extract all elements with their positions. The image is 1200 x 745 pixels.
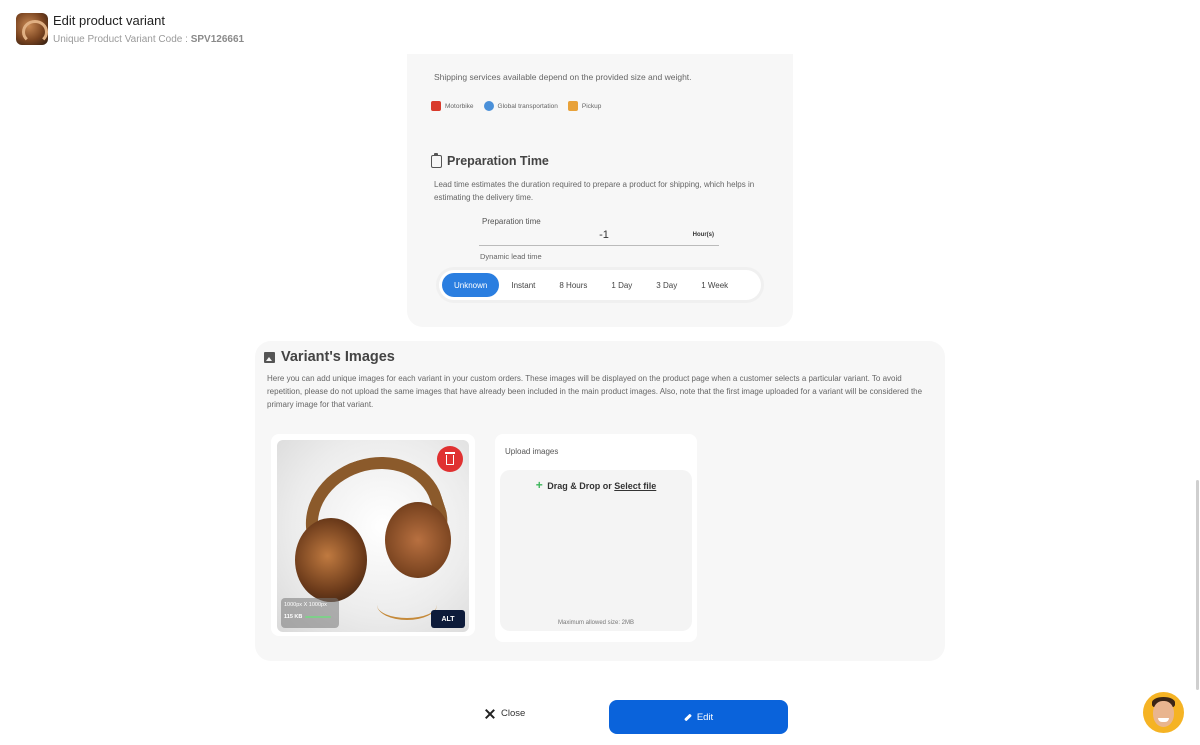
header: Edit product variant Unique Product Vari… [0,0,1200,54]
scrollbar[interactable] [1196,480,1199,690]
close-button[interactable]: Close [485,708,525,719]
upload-label: Upload images [505,447,559,456]
variant-images-title: Variant's Images [281,349,395,365]
image-size: 115 KB [284,614,303,620]
shipping-description: Shipping services available depend on th… [434,72,692,82]
image-icon [264,351,275,363]
shipping-option-global: Global transportation [483,101,558,111]
dynamic-lead-time-label: Dynamic lead time [480,252,542,261]
shipping-preparation-card: Shipping services available depend on th… [407,54,793,327]
support-avatar[interactable] [1143,692,1184,733]
drop-zone-text: + Drag & Drop or Select file [500,478,692,492]
preparation-heading: Preparation Time [431,152,549,168]
trash-icon [444,452,455,465]
edit-label: Edit [696,711,714,723]
pickup-icon [567,101,578,111]
shipping-option-pickup: Pickup [567,101,602,111]
shipping-options: Motorbike Global transportation Pickup [431,101,601,111]
variant-images-description: Here you can add unique images for each … [267,374,923,409]
preparation-field-label: Preparation time [482,217,541,226]
preparation-time-input[interactable]: -1 Hour(s) [479,226,719,246]
shipping-option-motorbike: Motorbike [431,101,474,111]
lead-time-option-instant[interactable]: Instant [499,273,547,297]
edit-variant-page: Edit product variant Unique Product Vari… [0,0,1200,745]
variant-image-tile: 1000px X 1000px 115 KB ALT [271,434,475,636]
headphones-image[interactable]: 1000px X 1000px 115 KB ALT [277,440,469,632]
headphones-cup-left [295,518,367,602]
headphones-cup-right [385,502,451,578]
shipping-option-label: Pickup [581,102,602,110]
upload-panel: Upload images + Drag & Drop or Select fi… [495,434,697,642]
globe-icon [483,101,494,111]
max-size-note: Maximum allowed size: 2MB [557,620,635,626]
preparation-time-value[interactable]: -1 [579,229,629,241]
lead-time-option-8-hours[interactable]: 8 Hours [547,273,599,297]
variant-images-card: Variant's Images Here you can add unique… [255,341,945,661]
close-label: Close [501,708,526,719]
image-size-bar [305,616,332,618]
image-meta: 1000px X 1000px 115 KB [281,598,339,628]
variant-code-label: Unique Product Variant Code : [53,34,188,45]
lead-time-option-1-week[interactable]: 1 Week [689,273,740,297]
lead-time-option-3-day[interactable]: 3 Day [644,273,689,297]
preparation-time-unit: Hour(s) [692,232,714,238]
image-dimensions: 1000px X 1000px [284,602,327,608]
avatar-face [1153,701,1174,727]
lead-time-option-1-day[interactable]: 1 Day [599,273,644,297]
lead-time-selector: Unknown Instant 8 Hours 1 Day 3 Day 1 We… [439,270,761,300]
drop-zone[interactable]: + Drag & Drop or Select file Maximum all… [500,470,692,631]
headphones-wire [377,590,437,620]
page-title: Edit product variant [53,13,166,28]
delete-image-button[interactable] [437,446,463,472]
image-size-row: 115 KB [284,614,336,620]
pencil-icon [683,713,692,721]
select-file-link[interactable]: Select file [614,481,656,491]
preparation-description: Lead time estimates the duration require… [434,180,755,202]
clipboard-clock-icon [431,152,442,168]
product-thumbnail [16,13,48,45]
lead-time-option-unknown[interactable]: Unknown [442,273,500,297]
drag-drop-label: Drag & Drop or [547,481,612,491]
close-icon [485,709,495,719]
shipping-option-label: Global transportation [497,102,558,110]
variant-code-value: SPV126661 [190,34,245,45]
variant-images-heading: Variant's Images [264,349,395,365]
shipping-option-label: Motorbike [445,102,474,110]
plus-icon: + [535,478,543,492]
alt-text-button[interactable]: ALT [431,610,465,628]
edit-button[interactable]: Edit [609,700,788,734]
preparation-title: Preparation Time [447,154,549,168]
variant-code: Unique Product Variant Code : SPV126661 [53,34,244,45]
motorbike-icon [431,101,441,111]
